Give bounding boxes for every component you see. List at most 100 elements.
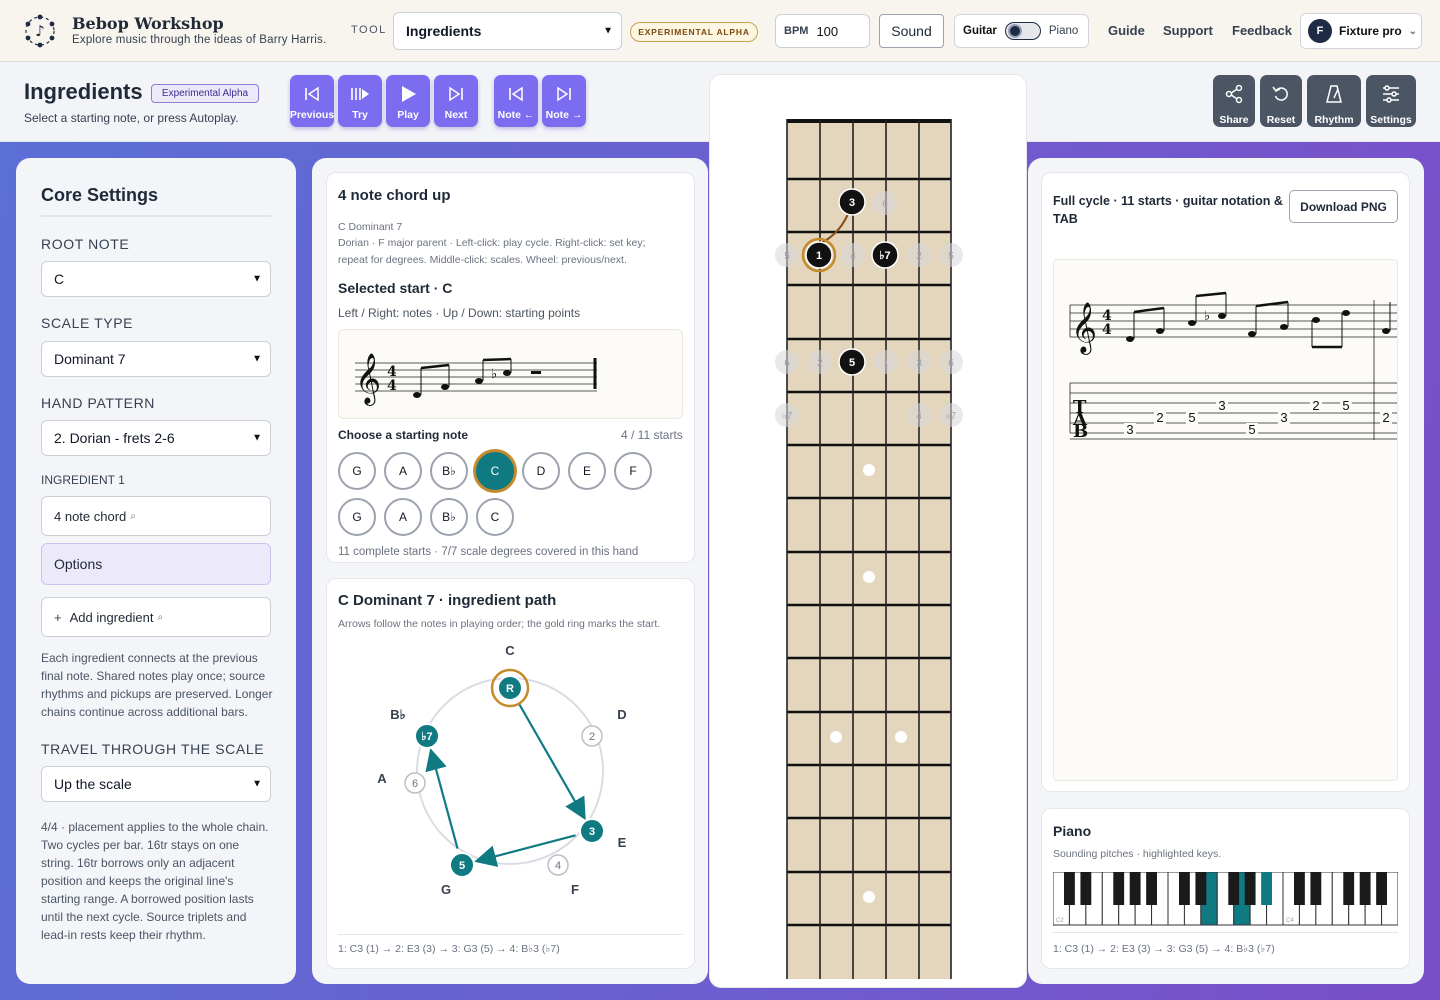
instrument-toggle[interactable]: Guitar Piano [954,14,1089,48]
share-icon [1224,84,1244,109]
reset-icon [1271,84,1291,109]
piano-black-key[interactable] [1343,872,1355,905]
scale-note-label: C [505,643,515,658]
start-note-button[interactable]: C [476,452,514,490]
start-note-button[interactable]: A [384,498,422,536]
piano-black-key[interactable] [1310,872,1322,905]
degree-label: 6 [412,778,418,790]
piano-black-key[interactable] [1113,872,1125,905]
piano-black-key[interactable] [1244,872,1256,905]
piano-black-key[interactable] [1064,872,1075,905]
piano-keyboard[interactable]: C2 C4 [1053,872,1398,927]
start-note-button[interactable]: G [338,452,376,490]
bpm-field[interactable]: BPM 100 [775,14,870,48]
root-note-value: C [54,271,65,287]
page-title: Ingredients [24,79,143,104]
chevron-down-icon: ▼ [252,778,262,790]
tab-number: 2 [1382,410,1389,425]
travel-select[interactable]: Up the scale ▼ [41,766,271,802]
try-label: Try [352,109,368,121]
svg-text:♭: ♭ [491,367,497,382]
start-note-button[interactable]: B♭ [430,498,468,536]
next-button[interactable]: Next [434,75,478,127]
svg-text:𝄞: 𝄞 [1071,302,1097,355]
sound-button[interactable]: Sound [879,14,944,48]
root-note-select[interactable]: C ▼ [41,261,271,297]
start-note-button[interactable]: B♭ [430,452,468,490]
divider [338,934,683,935]
note-forward-button[interactable]: Note → [542,75,586,127]
piano-black-key[interactable] [1146,872,1157,905]
guide-link[interactable]: Guide [1108,23,1145,38]
tool-label: TOOL [351,24,387,36]
piano-black-key[interactable] [1195,872,1207,905]
octave-label: C2 [1056,918,1064,924]
options-button[interactable]: Options [41,543,271,585]
logo-icon[interactable]: ♪ [22,13,58,49]
share-button[interactable]: Share [1213,75,1255,127]
bpm-value[interactable]: 100 [816,24,838,39]
tool-select[interactable]: Ingredients ▼ [393,12,622,50]
active-note-label: ♭7 [879,250,890,262]
app-tagline: Explore music through the ideas of Barry… [72,34,327,46]
path-description: Arrows follow the notes in playing order… [338,618,661,630]
piano-black-key[interactable] [1129,872,1141,905]
root-note-label: ROOT NOTE [41,236,130,252]
piano-title: Piano [1053,823,1092,839]
fret-inlay-dot [895,731,907,743]
chord-title: 4 note chord up [338,187,451,204]
start-note-button[interactable]: C [476,498,514,536]
download-png-button[interactable]: Download PNG [1289,190,1398,223]
start-note-button[interactable]: E [568,452,606,490]
instrument-switch[interactable] [1004,22,1041,40]
note-back-button[interactable]: Note ← [494,75,538,127]
path-arrow [517,702,586,821]
piano-black-key[interactable] [1294,872,1305,905]
share-label: Share [1219,114,1249,126]
svg-text:4: 4 [1102,322,1112,338]
piano-black-key[interactable] [1228,872,1240,905]
hand-pattern-select[interactable]: 2. Dorian - frets 2-6 ▼ [41,420,271,456]
start-note-button[interactable]: A [384,452,422,490]
try-icon [350,84,370,104]
experimental-alpha-badge: EXPERIMENTAL ALPHA [630,22,758,42]
degree-label: 5 [459,860,465,872]
tab-number: 2 [1156,410,1163,425]
start-note-button[interactable]: D [522,452,560,490]
start-note-button[interactable]: F [614,452,652,490]
scale-type-select[interactable]: Dominant 7 ▼ [41,341,271,377]
piano-black-key[interactable] [1376,872,1387,905]
start-note-button[interactable]: G [338,498,376,536]
previous-button[interactable]: Previous [290,75,334,127]
piano-black-key[interactable] [1179,872,1190,905]
ingredient-picker[interactable]: 4 note chord ⌕ [41,496,271,536]
chevron-down-icon: ▼ [252,273,262,285]
guitar-label: Guitar [963,25,997,37]
rhythm-button[interactable]: Rhythm [1307,75,1361,127]
piano-black-key[interactable] [1359,872,1371,905]
notation-tab-view: 𝄞 4 4 T A B ♭ 325353252 [1053,259,1398,781]
support-link[interactable]: Support [1163,23,1213,38]
piano-black-key[interactable] [1080,872,1092,905]
ghost-note-label: ♭7 [946,411,957,422]
ingredient-label: INGREDIENT 1 [41,473,125,487]
play-button[interactable]: Play [386,75,430,127]
choose-start-label: Choose a starting note [338,428,469,442]
fret-inlay-dot [863,891,875,903]
note-back-label: Note ← [497,109,535,121]
add-ingredient-button[interactable]: + Add ingredient ⌕ [41,597,271,637]
chord-name: C Dominant 7 [338,221,403,233]
piano-black-key[interactable] [1261,872,1272,905]
scale-note-label: E [618,835,627,850]
chevron-down-icon: ▼ [603,25,613,37]
degree-label: 4 [555,860,561,872]
settings-button[interactable]: Settings [1366,75,1416,127]
feedback-link[interactable]: Feedback [1232,23,1292,38]
previous-label: Previous [289,109,335,121]
account-menu[interactable]: F Fixture pro ⌄ [1300,13,1422,49]
fretboard[interactable]: 6 5 4 2 5 6 2 1 3 6 ♭7 4 ♭7 1 3 ♭7 5 [709,74,1027,988]
reset-button[interactable]: Reset [1260,75,1302,127]
try-button[interactable]: Try [338,75,382,127]
tab-number: 2 [1312,398,1319,413]
bpm-label: BPM [784,25,809,37]
